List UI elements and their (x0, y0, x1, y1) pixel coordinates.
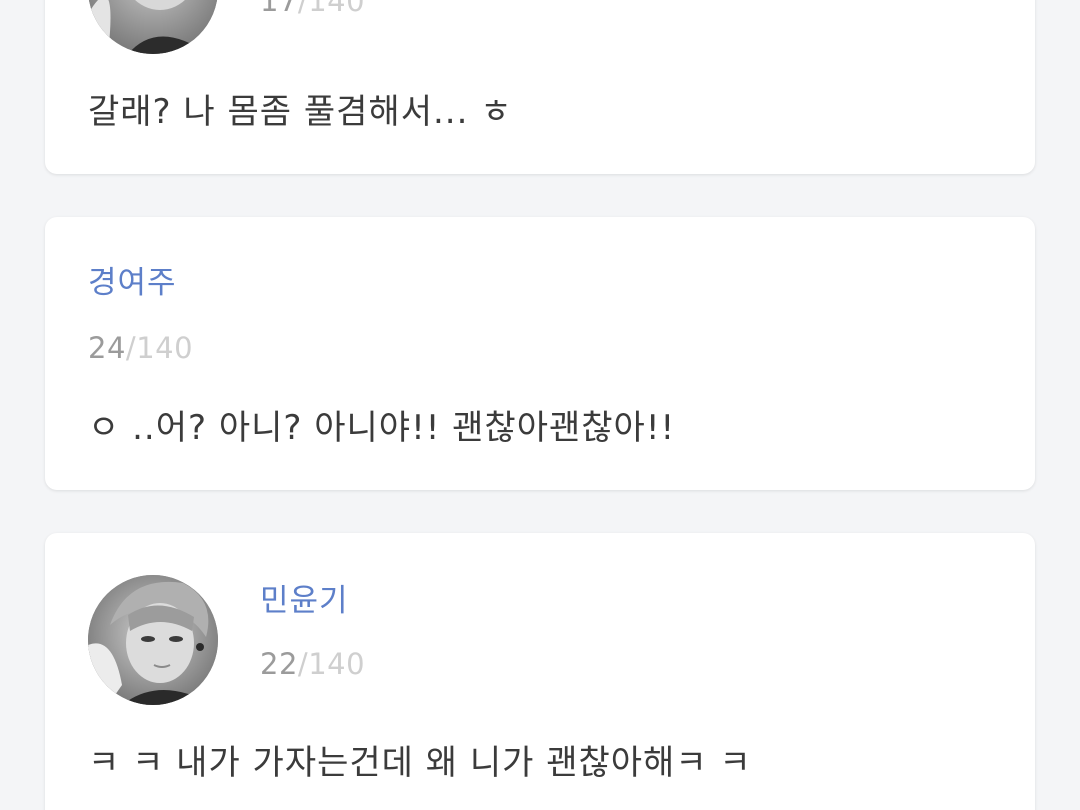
char-separator: / (297, 0, 309, 18)
avatar[interactable] (88, 575, 218, 705)
message-text: ㅇ ..어? 아니? 아니야!! 괜찮아괜찮아!! (88, 408, 676, 448)
char-separator: / (297, 647, 309, 681)
avatar-photo-icon (88, 575, 218, 705)
post-card[interactable]: 17/140 갈래? 나 몸좀 풀겸해서... ㅎ (45, 0, 1035, 174)
char-max: 140 (136, 331, 194, 365)
author-name[interactable]: 경여주 (88, 257, 177, 302)
avatar[interactable] (88, 0, 218, 54)
post-card[interactable]: 민윤기 22/140 ㅋ ㅋ 내가 가자는건데 왜 니가 괜찮아해ㅋ ㅋ (45, 533, 1035, 810)
char-separator: / (125, 331, 137, 365)
char-count: 17 (260, 0, 298, 18)
avatar-photo-icon (88, 0, 218, 54)
char-max: 140 (308, 0, 366, 18)
author-name[interactable]: 민윤기 (260, 575, 349, 620)
message-text: 갈래? 나 몸좀 풀겸해서... ㅎ (88, 92, 513, 132)
char-max: 140 (308, 647, 366, 681)
char-counter: 17/140 (260, 0, 365, 18)
post-card[interactable]: 경여주 24/140 ㅇ ..어? 아니? 아니야!! 괜찮아괜찮아!! (45, 217, 1035, 490)
char-count: 22 (260, 647, 298, 681)
char-counter: 22/140 (260, 647, 365, 681)
char-count: 24 (88, 331, 126, 365)
char-counter: 24/140 (88, 331, 193, 365)
chat-feed: 17/140 갈래? 나 몸좀 풀겸해서... ㅎ 경여주 24/140 ㅇ .… (0, 0, 1080, 810)
message-text: ㅋ ㅋ 내가 가자는건데 왜 니가 괜찮아해ㅋ ㅋ (88, 743, 752, 783)
